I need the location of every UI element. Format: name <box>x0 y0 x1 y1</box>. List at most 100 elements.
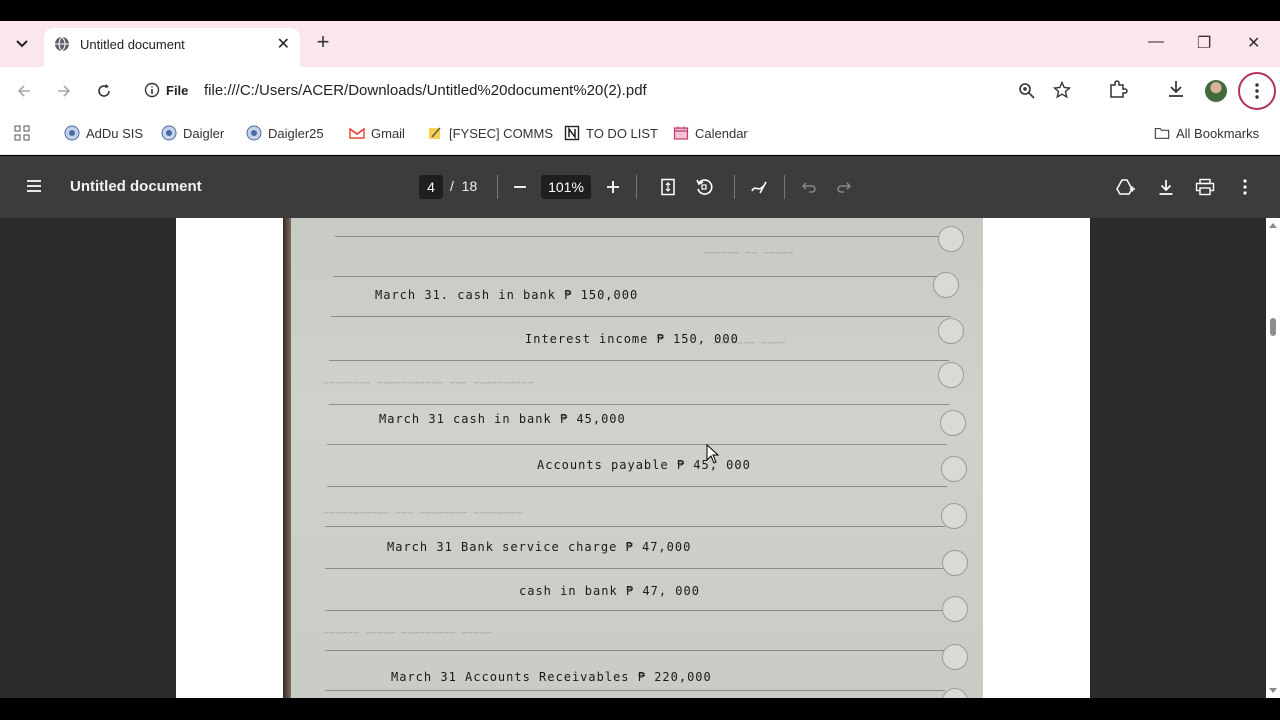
journal-entry-line: March 31 Accounts Receivables ₱ 220,000 <box>391 670 712 684</box>
zoom-in-button[interactable] <box>601 175 625 199</box>
toolbar-divider <box>784 175 785 199</box>
ruled-line <box>333 276 953 277</box>
pdf-download-button[interactable] <box>1154 175 1178 199</box>
tab-search-button[interactable] <box>8 31 36 57</box>
notion-icon <box>564 125 580 141</box>
close-window-button[interactable]: ✕ <box>1247 33 1260 53</box>
download-icon <box>1159 180 1173 195</box>
extensions-icon[interactable] <box>1108 79 1128 99</box>
bookmark-daigler25[interactable]: Daigler25 <box>246 125 324 141</box>
journal-entry-line: cash in bank ₱ 47, 000 <box>519 584 700 598</box>
pdf-more-button[interactable] <box>1233 175 1257 199</box>
all-bookmarks-label: All Bookmarks <box>1176 125 1260 141</box>
chevron-down-icon <box>16 40 28 48</box>
binder-hole <box>941 503 967 529</box>
bookmark-fysec-comms[interactable]: [FYSEC] COMMS <box>427 125 553 141</box>
ruled-line <box>325 690 945 691</box>
url-text[interactable]: file:///C:/Users/ACER/Downloads/Untitled… <box>204 82 647 99</box>
bookmark-calendar[interactable]: Calendar <box>673 125 748 141</box>
plus-icon <box>607 181 619 193</box>
ruled-line <box>325 610 945 611</box>
total-pages: 18 <box>461 178 478 194</box>
all-bookmarks-button[interactable]: All Bookmarks <box>1154 125 1259 141</box>
pdf-viewer[interactable]: ~~~~~ ~~ ~~~~~~ ~~~~ ~~~~~~~ ~~~~~~~~~~ … <box>0 218 1280 698</box>
ruled-line <box>329 360 949 361</box>
bookmark-to-do-list[interactable]: TO DO LIST <box>564 125 658 141</box>
reload-icon <box>98 84 110 97</box>
binder-hole <box>940 410 966 436</box>
show-through-text: ~~~~~~~~ ~~~~~~~~ ~~~ ~~~~~~~~~~~ <box>323 508 522 519</box>
bookmark-label: [FYSEC] COMMS <box>449 125 554 141</box>
binder-hole <box>942 688 968 698</box>
address-bar[interactable]: File file:///C:/Users/ACER/Downloads/Unt… <box>136 73 1088 109</box>
bookmark-label: Calendar <box>695 125 748 141</box>
back-button[interactable] <box>12 79 36 103</box>
toolbar-divider <box>636 175 637 199</box>
toolbar-divider <box>497 175 498 199</box>
binder-hole <box>938 226 964 252</box>
bookmarks-bar: AdDu SIS Daigler Daigler25 Gmail [FYSEC]… <box>0 115 1280 155</box>
browser-menu-button[interactable] <box>1238 72 1276 110</box>
bookmark-daigler[interactable]: Daigler <box>161 125 224 141</box>
redo-icon <box>837 182 852 193</box>
show-through-text: ~~~~~ ~~ ~~~~~~ <box>703 248 794 259</box>
mouse-cursor-icon <box>706 444 720 464</box>
folder-icon <box>1154 127 1170 139</box>
binder-hole <box>941 456 967 482</box>
fit-page-button[interactable] <box>656 175 680 199</box>
page-number-input[interactable]: 4 <box>419 175 443 199</box>
page-count: / 18 <box>450 178 477 194</box>
back-arrow-icon <box>17 85 30 97</box>
drive-add-icon <box>1116 179 1135 195</box>
ruled-line <box>327 486 947 487</box>
binder-hole <box>933 272 959 298</box>
ruled-line <box>325 568 945 569</box>
forward-button[interactable] <box>52 79 76 103</box>
undo-button[interactable] <box>797 175 821 199</box>
journal-entry-line: Interest income ₱ 150, 000 <box>525 332 739 346</box>
rotate-button[interactable] <box>692 175 716 199</box>
tab-active[interactable]: Untitled document ✕ <box>44 28 300 67</box>
vertical-scrollbar[interactable] <box>1266 218 1280 698</box>
print-button[interactable] <box>1193 175 1217 199</box>
notebook-edge <box>283 218 291 698</box>
journal-entry-line: March 31 Bank service charge ₱ 47,000 <box>387 540 692 554</box>
bookmark-addu-sis[interactable]: AdDu SIS <box>64 125 143 141</box>
reload-button[interactable] <box>92 79 116 103</box>
annotate-button[interactable] <box>747 175 771 199</box>
scroll-down-arrow-icon[interactable] <box>1269 688 1277 694</box>
forward-arrow-icon <box>58 85 71 97</box>
more-vertical-icon <box>1255 83 1259 99</box>
tab-close-icon[interactable]: ✕ <box>277 34 290 54</box>
apps-grid-icon[interactable] <box>14 125 30 141</box>
bookmark-label: TO DO LIST <box>586 125 658 141</box>
zoom-out-button[interactable] <box>508 175 532 199</box>
browser-toolbar: File file:///C:/Users/ACER/Downloads/Unt… <box>0 67 1280 115</box>
minimize-button[interactable]: — <box>1148 33 1164 51</box>
save-to-drive-button[interactable] <box>1114 175 1138 199</box>
undo-icon <box>801 182 816 193</box>
profile-avatar[interactable] <box>1205 80 1227 102</box>
toolbar-divider <box>734 175 735 199</box>
zoom-icon[interactable] <box>1018 82 1036 100</box>
more-vertical-icon <box>1243 179 1247 195</box>
scroll-up-arrow-icon[interactable] <box>1269 222 1277 228</box>
scrollbar-thumb[interactable] <box>1270 318 1276 336</box>
page-separator: / <box>450 178 454 194</box>
notebook-photo: ~~~~~ ~~ ~~~~~~ ~~~~ ~~~~~~~ ~~~~~~~~~~ … <box>283 218 983 698</box>
journal-entry-line: March 31 cash in bank ₱ 45,000 <box>379 412 626 426</box>
tab-title: Untitled document <box>80 37 185 52</box>
bookmark-gmail[interactable]: Gmail <box>349 125 405 141</box>
bookmark-star-icon[interactable] <box>1053 81 1071 99</box>
info-icon[interactable] <box>144 82 160 98</box>
new-tab-button[interactable]: + <box>312 31 334 55</box>
bottom-black-band <box>0 698 1280 720</box>
restore-button[interactable]: ❐ <box>1197 33 1211 53</box>
hamburger-menu-icon[interactable] <box>24 176 44 196</box>
zoom-level-input[interactable]: 101% <box>541 175 591 199</box>
ruled-line <box>331 316 951 317</box>
redo-button[interactable] <box>832 175 856 199</box>
download-icon[interactable] <box>1166 79 1186 99</box>
show-through-text: ~~~~~ ~~~~~~~~~ ~~~~~ ~~~~~~ <box>323 628 492 639</box>
binder-hole <box>942 596 968 622</box>
